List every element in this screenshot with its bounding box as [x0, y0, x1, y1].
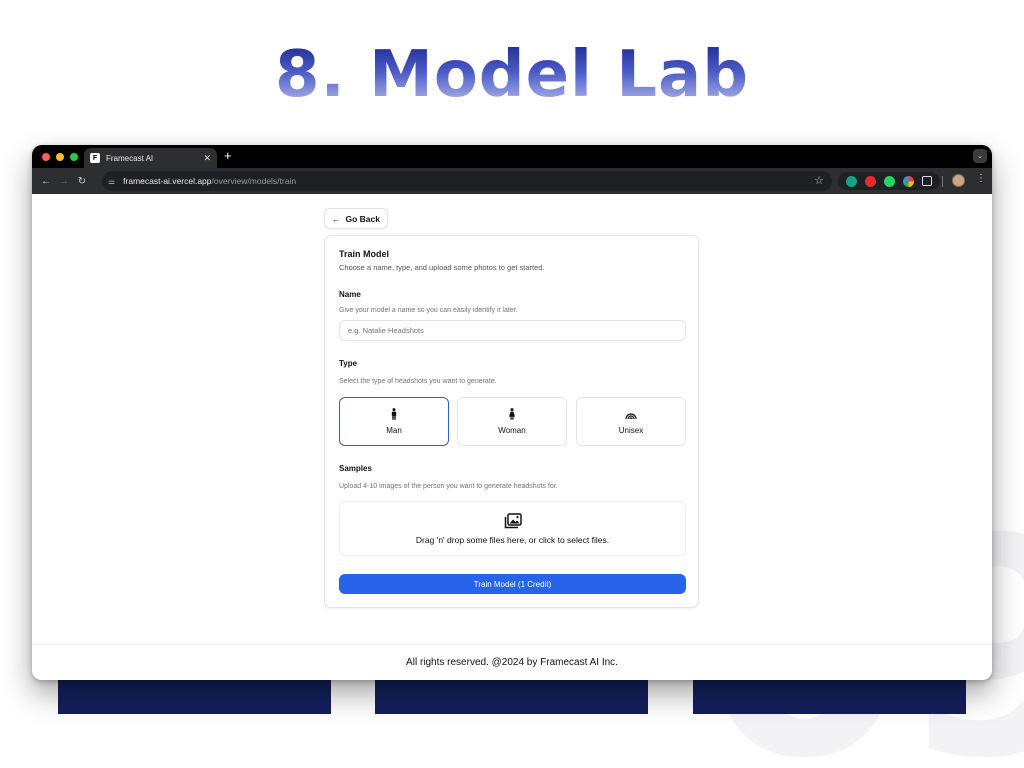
browser-menu-icon[interactable]: ⋮	[976, 173, 986, 184]
type-option-man[interactable]: Man	[339, 397, 449, 446]
decorative-bar	[693, 678, 966, 714]
browser-tab[interactable]: F Framecast AI ✕	[84, 148, 217, 168]
decorative-bar	[375, 678, 648, 714]
reload-icon[interactable]: ↻	[73, 176, 91, 187]
type-description: Select the type of headshots you want to…	[339, 378, 497, 385]
minimize-window-button[interactable]	[56, 153, 64, 161]
slide-title: 8. Model Lab	[0, 38, 1024, 112]
extension-icon[interactable]	[846, 175, 857, 187]
url-host: framecast-ai.vercel.app	[123, 176, 212, 186]
slide: 09 8. Model Lab F Framecast AI ✕ + ⌄ ← →…	[0, 0, 1024, 768]
card-description: Choose a name, type, and upload some pho…	[339, 263, 545, 272]
images-icon	[504, 512, 522, 528]
rainbow-icon	[625, 413, 637, 420]
type-option-unisex[interactable]: Unisex	[576, 397, 686, 446]
dropzone-text: Drag 'n' drop some files here, or click …	[415, 534, 610, 545]
name-description: Give your model a name so you can easily…	[339, 307, 518, 314]
file-dropzone[interactable]: Drag 'n' drop some files here, or click …	[339, 501, 686, 556]
type-option-woman[interactable]: Woman	[457, 397, 567, 446]
site-settings-icon[interactable]: ⚌	[108, 177, 115, 186]
decorative-bar	[58, 678, 331, 714]
model-name-input[interactable]	[339, 320, 686, 341]
type-label: Type	[339, 359, 358, 368]
samples-label: Samples	[339, 464, 372, 473]
toolbar-divider	[942, 176, 943, 187]
name-label: Name	[339, 290, 361, 299]
window-controls	[42, 153, 78, 161]
bookmark-star-icon[interactable]: ☆	[814, 174, 824, 187]
back-arrow-icon[interactable]: ←	[37, 176, 55, 187]
arrow-left-icon: ←	[332, 213, 341, 224]
whatsapp-icon[interactable]	[884, 175, 895, 187]
extension-icon[interactable]	[865, 175, 876, 187]
page-content: ← Go Back Train Model Choose a name, typ…	[32, 194, 992, 680]
close-tab-icon[interactable]: ✕	[203, 153, 211, 164]
tab-bar: F Framecast AI ✕ + ⌄	[32, 145, 992, 168]
woman-icon	[509, 408, 515, 420]
extensions-puzzle-icon[interactable]	[922, 176, 932, 186]
address-bar[interactable]: ⚌ framecast-ai.vercel.app/overview/model…	[102, 171, 832, 191]
browser-window: F Framecast AI ✕ + ⌄ ← → ↻ ⚌ framecast-a…	[32, 145, 992, 680]
tab-search-icon[interactable]: ⌄	[973, 149, 987, 163]
new-tab-icon[interactable]: +	[224, 148, 232, 163]
chrome-icon[interactable]	[903, 175, 914, 187]
page-footer: All rights reserved. @2024 by Framecast …	[32, 644, 992, 680]
browser-toolbar: ← → ↻ ⚌ framecast-ai.vercel.app/overview…	[32, 168, 992, 194]
type-option-label: Woman	[498, 426, 526, 435]
train-model-button[interactable]: Train Model (1 Credit)	[339, 574, 686, 594]
go-back-label: Go Back	[345, 213, 381, 224]
go-back-button[interactable]: ← Go Back	[324, 208, 388, 229]
close-window-button[interactable]	[42, 153, 50, 161]
footer-text: All rights reserved. @2024 by Framecast …	[406, 657, 618, 668]
maximize-window-button[interactable]	[70, 153, 78, 161]
type-option-label: Unisex	[618, 426, 644, 435]
man-icon	[391, 408, 397, 420]
forward-arrow-icon[interactable]: →	[55, 176, 73, 187]
train-model-card: Train Model Choose a name, type, and upl…	[324, 235, 699, 608]
type-option-label: Man	[386, 426, 402, 435]
favicon-icon: F	[90, 153, 100, 163]
extensions-group	[838, 172, 940, 190]
card-title: Train Model	[339, 249, 390, 259]
samples-description: Upload 4-10 images of the person you wan…	[339, 483, 558, 490]
url-path: /overview/models/train	[211, 176, 297, 186]
profile-avatar[interactable]	[952, 174, 965, 187]
tab-title: Framecast AI	[106, 153, 154, 163]
